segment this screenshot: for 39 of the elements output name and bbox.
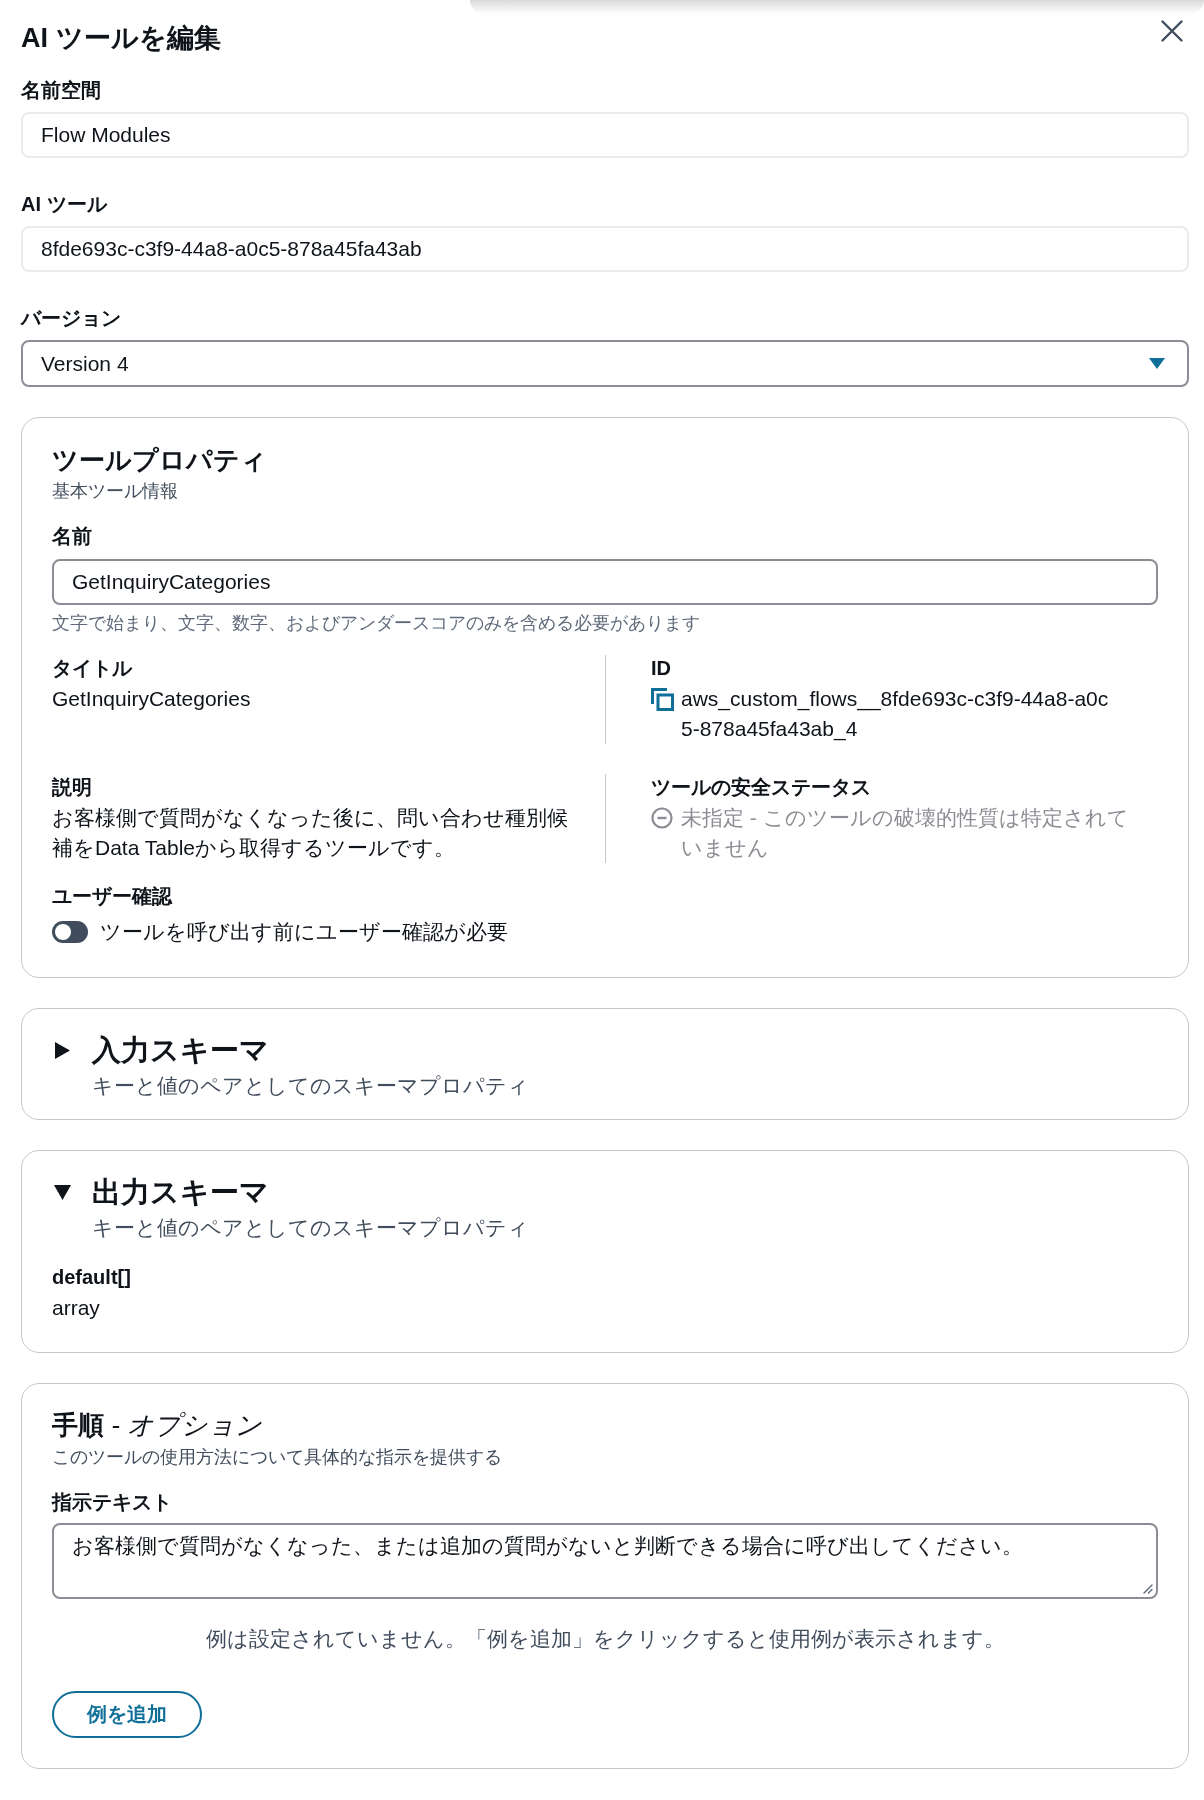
field-hint: 文字で始まり、文字、数字、およびアンダースコアのみを含める必要があります <box>52 612 701 634</box>
detail-label: 説明 <box>52 775 93 800</box>
select-field[interactable]: Version 4 <box>21 340 1189 387</box>
section-heading: ツールプロパティ <box>52 444 268 477</box>
toggle-switch[interactable] <box>52 921 88 943</box>
text-field[interactable]: GetInquiryCategories <box>52 559 1158 605</box>
add-example-button[interactable]: 例を追加 <box>52 1691 202 1738</box>
field-label: 指示テキスト <box>52 1490 173 1515</box>
field-label: バージョン <box>21 306 122 331</box>
section-description: このツールの使用方法について具体的な指示を提供する <box>52 1446 503 1469</box>
id-value: aws_custom_flows__8fde693c-c3f9-44a8-a0c5-878a45fa43ab_4 <box>681 686 1110 743</box>
empty-message: 例は設定されていません。「例を追加」をクリックすると使用例が表示されます。 <box>204 1626 1006 1652</box>
caret-down-icon <box>1149 358 1165 369</box>
field-label: 名前 <box>52 524 93 549</box>
minus-circle-icon <box>651 807 673 829</box>
field-label: AI ツール <box>21 192 109 217</box>
detail-value: GetInquiryCategories <box>52 686 252 712</box>
expand-toggle[interactable]: 出力スキーマ <box>52 1174 269 1210</box>
expand-toggle[interactable]: 入力スキーマ <box>52 1032 269 1068</box>
field-label: 名前空間 <box>21 78 102 103</box>
copy-icon[interactable] <box>651 688 674 711</box>
section-heading: 手順 - オプション <box>52 1409 264 1442</box>
detail-value: お客様側で質問がなくなった後に、問い合わせ種別候補をData Tableから取得するツールです。 <box>52 805 569 861</box>
section-description: キーと値のペアとしてのスキーマプロパティ <box>92 1215 530 1241</box>
resize-handle-icon[interactable] <box>1141 1582 1153 1594</box>
instruction-textarea[interactable]: お客様側で質問がなくなった、または追加の質問がないと判断できる場合に呼び出してください。 <box>52 1523 1158 1599</box>
property-name: default[] <box>52 1265 132 1290</box>
property-type: array <box>52 1295 101 1321</box>
toggle-label: ツールを呼び出す前にユーザー確認が必要 <box>100 919 508 945</box>
detail-label: ID <box>651 656 672 681</box>
close-button[interactable] <box>1161 20 1183 42</box>
detail-label: タイトル <box>52 656 134 681</box>
status-text: 未指定 - このツールの破壊的性質は特定されていません <box>681 805 1130 861</box>
detail-label: ツールの安全ステータス <box>651 775 872 800</box>
field-label: ユーザー確認 <box>52 884 174 909</box>
section-description: 基本ツール情報 <box>52 480 179 503</box>
dialog-title: AI ツールを編集 <box>21 22 221 55</box>
close-icon <box>1161 20 1183 42</box>
section-description: キーと値のペアとしてのスキーマプロパティ <box>92 1073 530 1099</box>
